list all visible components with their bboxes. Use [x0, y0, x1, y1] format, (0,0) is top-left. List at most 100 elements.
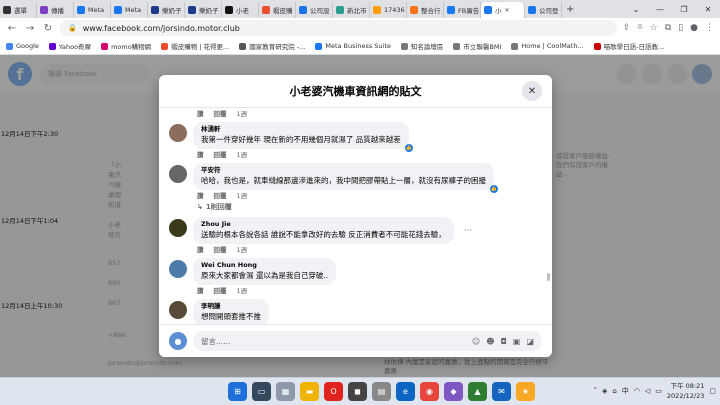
network-icon[interactable]: ⌂	[612, 387, 616, 395]
commenter-name[interactable]: 李明謙	[201, 302, 261, 311]
comment-time[interactable]: 1週	[237, 108, 248, 118]
commenter-name[interactable]: Zhou Jie	[201, 220, 446, 229]
like-button[interactable]: 讚	[197, 108, 204, 118]
bookmark-item[interactable]: Home | CoolMath...	[511, 42, 584, 50]
minimize-icon[interactable]: —	[648, 0, 672, 18]
wifi-icon[interactable]: ◠	[634, 387, 640, 395]
modal-scrollbar[interactable]	[547, 273, 550, 281]
sticker-icon[interactable]: ◪	[526, 337, 534, 346]
avatar[interactable]	[169, 124, 187, 142]
gif-icon[interactable]: ▣	[513, 337, 521, 346]
url-input[interactable]: 🔒 www.facebook.com/jorsindo.motor.club	[60, 20, 617, 36]
reload-icon[interactable]: ↻	[42, 23, 54, 34]
avatar[interactable]	[169, 260, 187, 278]
app-icon[interactable]: ▤	[372, 382, 391, 401]
view-replies-link[interactable]: ↳ 1則回覆	[169, 200, 552, 213]
like-button[interactable]: 讚	[197, 149, 204, 159]
maximize-icon[interactable]: ❐	[672, 0, 696, 18]
bookmark-item[interactable]: 知名論壇區	[400, 41, 443, 51]
more-options-icon[interactable]: ···	[464, 226, 473, 236]
avatar[interactable]	[169, 219, 187, 237]
volume-icon[interactable]: ◁	[645, 387, 650, 395]
opera-icon[interactable]: O	[324, 382, 343, 401]
bookmark-item[interactable]: Meta Business Suite	[315, 42, 391, 50]
browser-tab[interactable]: 樂奶子	[185, 2, 222, 18]
browser-tab[interactable]: 公司設	[296, 2, 333, 18]
close-tab-icon[interactable]: ✕	[505, 7, 510, 14]
sidebar-icon[interactable]: ▯	[678, 23, 683, 33]
browser-tab[interactable]: 小 ✕	[481, 2, 525, 18]
browser-tab[interactable]: 蝦皮購	[259, 2, 296, 18]
comment-time[interactable]: 1週	[237, 149, 248, 159]
new-tab-button[interactable]: +	[562, 4, 578, 15]
browser-tab[interactable]: 公司登	[525, 2, 562, 18]
like-button[interactable]: 讚	[197, 244, 204, 254]
like-button[interactable]: 讚	[197, 285, 204, 295]
avatar[interactable]	[169, 301, 187, 319]
comment-time[interactable]: 1週	[237, 190, 248, 200]
battery-icon[interactable]: ▭	[655, 387, 662, 395]
bookmark-star-icon[interactable]: ☆	[650, 23, 658, 33]
browser-tab[interactable]: 傳播	[37, 2, 74, 18]
close-icon[interactable]: ✕	[522, 81, 542, 101]
tab-search-icon[interactable]: ⌄	[624, 0, 648, 18]
notification-icon[interactable]: ▢	[709, 387, 716, 395]
reply-button[interactable]: 回覆	[214, 285, 227, 295]
camera-icon[interactable]: ⌾	[637, 23, 642, 33]
task-view-icon[interactable]: ▭	[252, 382, 271, 401]
browser-tab[interactable]: 17436	[370, 2, 407, 18]
browser-tab[interactable]: 新北市	[333, 2, 370, 18]
browser-tab[interactable]: 整合行	[407, 2, 444, 18]
back-icon[interactable]: ←	[6, 23, 18, 34]
widgets-icon[interactable]: ▦	[276, 382, 295, 401]
commenter-name[interactable]: 林湧軒	[201, 125, 401, 134]
bookmark-item[interactable]: 蝦皮購物 | 花得更...	[161, 41, 229, 51]
edge-icon[interactable]: e	[396, 382, 415, 401]
browser-tab[interactable]: 小老	[222, 2, 259, 18]
like-reaction-icon[interactable]: 👍	[489, 184, 499, 194]
app-icon[interactable]: ▲	[468, 382, 487, 401]
reply-button[interactable]: 回覆	[214, 190, 227, 200]
forward-icon[interactable]: →	[24, 23, 36, 34]
bookmark-item[interactable]: 喵歌學日語-日語教...	[593, 41, 664, 51]
extensions-icon[interactable]: ⧉	[665, 23, 671, 33]
comment-time[interactable]: 1週	[237, 244, 248, 254]
bookmark-item[interactable]: momo購物網	[101, 41, 151, 51]
browser-tab[interactable]: Meta	[74, 2, 111, 18]
close-window-icon[interactable]: ✕	[696, 0, 720, 18]
my-avatar[interactable]: ●	[169, 332, 187, 350]
share-icon[interactable]: ⇪	[623, 23, 631, 33]
reply-button[interactable]: 回覆	[214, 149, 227, 159]
browser-tab[interactable]: 樂奶子	[148, 2, 185, 18]
browser-tab[interactable]: FB廣告	[444, 2, 481, 18]
store-icon[interactable]: ◼	[348, 382, 367, 401]
bookmark-item[interactable]: Yahoo奇摩	[48, 41, 91, 51]
language-indicator[interactable]: 中	[622, 386, 629, 396]
commenter-name[interactable]: Wei Chun Hong	[201, 261, 328, 270]
menu-icon[interactable]: ⋮	[705, 23, 714, 33]
bookmark-item[interactable]: 國家教育研究院 -...	[239, 41, 305, 51]
app-icon[interactable]: ◆	[444, 382, 463, 401]
reply-button[interactable]: 回覆	[214, 108, 227, 118]
file-explorer-icon[interactable]: ▬	[300, 382, 319, 401]
like-reaction-icon[interactable]: 👍	[403, 143, 414, 153]
browser-tab[interactable]: 選單	[0, 2, 37, 18]
chevron-up-icon[interactable]: ˄	[593, 387, 597, 395]
avatar[interactable]	[169, 165, 187, 183]
app-icon[interactable]: ★	[516, 382, 535, 401]
camera-icon[interactable]: ◘	[501, 337, 507, 346]
bookmark-item[interactable]: 市立聯醫BMI	[453, 41, 501, 51]
system-clock[interactable]: 下午 08:21 2022/12/23	[667, 381, 704, 401]
app-icon[interactable]: ✉	[492, 382, 511, 401]
emoji-icon[interactable]: ☻	[486, 337, 494, 346]
comment-time[interactable]: 1週	[237, 285, 248, 295]
start-icon[interactable]: ⊞	[228, 382, 247, 401]
like-button[interactable]: 讚	[197, 190, 204, 200]
reply-button[interactable]: 回覆	[214, 244, 227, 254]
browser-tab[interactable]: Meta	[111, 2, 148, 18]
dropbox-icon[interactable]: ◈	[602, 387, 607, 395]
chrome-icon[interactable]: ◉	[420, 382, 439, 401]
avatar-sticker-icon[interactable]: ☺	[472, 337, 480, 346]
commenter-name[interactable]: 平安符	[201, 166, 486, 175]
bookmark-item[interactable]: Google	[6, 42, 39, 50]
